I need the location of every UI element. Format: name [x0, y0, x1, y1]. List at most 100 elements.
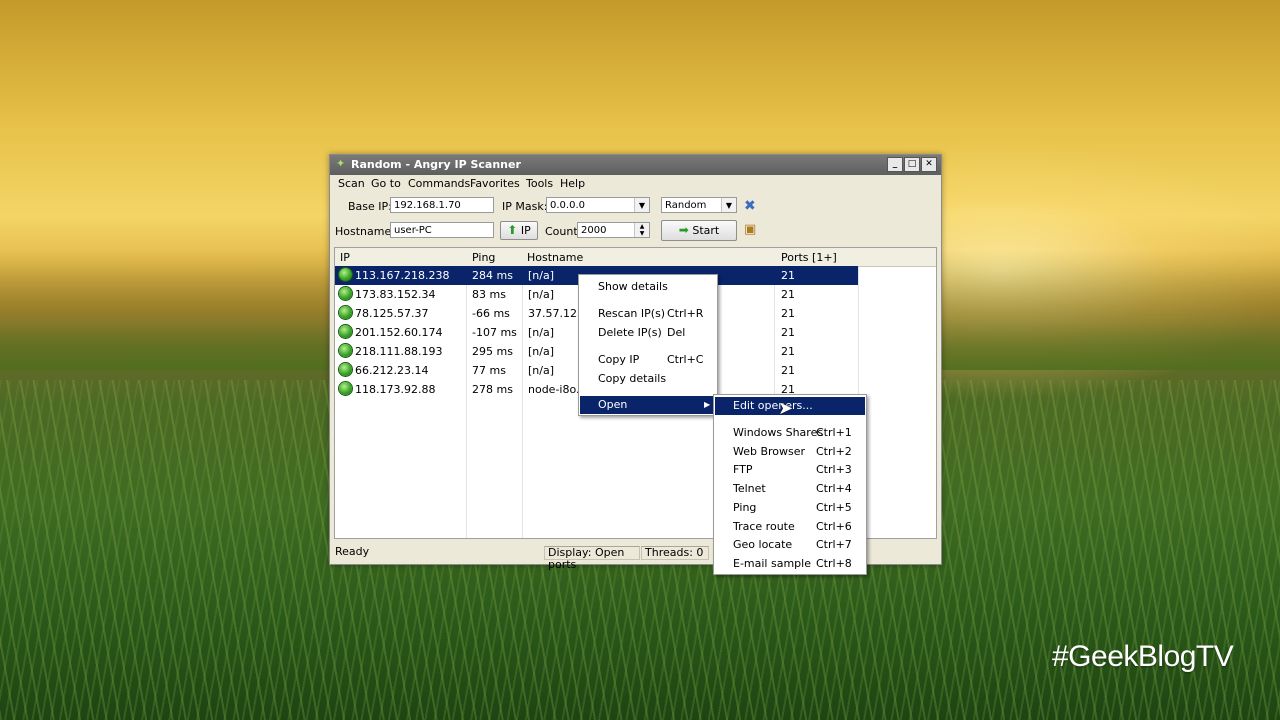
menu-item-shortcut: Ctrl+6	[816, 520, 852, 533]
menu-item-shortcut: Ctrl+7	[816, 538, 852, 551]
submenu-item-ftp[interactable]: FTP Ctrl+3	[715, 461, 865, 479]
cell-ip: 66.212.23.14	[355, 364, 429, 377]
chevron-down-icon: ▼	[721, 198, 736, 212]
status-alive-icon	[339, 287, 352, 300]
menu-favorites[interactable]: Favorites	[470, 177, 520, 190]
base-ip-input[interactable]: 192.168.1.70	[390, 197, 494, 213]
menu-item-label: Copy details	[598, 372, 667, 385]
menu-item-shortcut: Ctrl+8	[816, 557, 852, 570]
menu-item-show-details[interactable]: Show details	[580, 278, 716, 296]
menu-item-label: Windows Shares	[733, 426, 824, 439]
status-display: Display: Open ports	[544, 546, 640, 571]
menu-item-label: E-mail sample	[733, 557, 811, 570]
titlebar[interactable]: ✦ Random - Angry IP Scanner _ □ ✕	[330, 155, 941, 175]
submenu-item-trace-route[interactable]: Trace route Ctrl+6	[715, 518, 865, 536]
chevron-down-icon: ▼	[634, 198, 649, 212]
menu-item-label: Delete IP(s)	[598, 326, 662, 339]
fetchers-icon[interactable]: ▣	[744, 222, 756, 237]
column-header-ip[interactable]: IP	[340, 251, 350, 264]
cell-ip: 173.83.152.34	[355, 288, 436, 301]
arrow-up-icon: ⬆	[507, 223, 518, 237]
submenu-item-windows-shares[interactable]: Windows Shares Ctrl+1	[715, 424, 865, 442]
column-header-ports[interactable]: Ports [1+]	[781, 251, 837, 264]
cell-hostname: [n/a]	[528, 345, 555, 358]
cell-ports: 21	[781, 345, 795, 358]
count-input[interactable]: 2000 ▲ ▼	[577, 222, 650, 238]
submenu-item-email-sample[interactable]: E-mail sample Ctrl+8	[715, 555, 865, 573]
count-value: 2000	[581, 225, 607, 236]
ip-mask-label: IP Mask:	[502, 200, 548, 213]
base-ip-label: Base IP:	[348, 200, 392, 213]
cell-hostname: [n/a]	[528, 364, 555, 377]
hostname-label: Hostname:	[335, 225, 395, 238]
menu-commands[interactable]: Commands	[408, 177, 470, 190]
start-button-label: Start	[692, 224, 720, 237]
status-ready: Ready	[335, 545, 370, 558]
status-alive-icon	[339, 306, 352, 319]
submenu-item-geo-locate[interactable]: Geo locate Ctrl+7	[715, 536, 865, 554]
menu-tools[interactable]: Tools	[526, 177, 553, 190]
menu-item-label: FTP	[733, 463, 753, 476]
menu-item-shortcut: Ctrl+2	[816, 445, 852, 458]
open-submenu: Edit openers... Windows Shares Ctrl+1 We…	[713, 394, 867, 575]
cell-ping: -66 ms	[472, 307, 510, 320]
menu-help[interactable]: Help	[560, 177, 585, 190]
menu-item-copy-ip[interactable]: Copy IP Ctrl+C	[580, 351, 716, 369]
menu-item-label: Ping	[733, 501, 757, 514]
menu-item-label: Web Browser	[733, 445, 806, 458]
cell-hostname: [n/a]	[528, 326, 555, 339]
mouse-cursor-icon: ➤	[778, 398, 794, 419]
menu-item-shortcut: Del	[667, 326, 686, 339]
cell-ip: 113.167.218.238	[355, 269, 450, 282]
context-menu: Show details Rescan IP(s) Ctrl+R Delete …	[578, 274, 718, 416]
cell-ports: 21	[781, 326, 795, 339]
menu-item-label: Show details	[598, 280, 668, 293]
submenu-item-web-browser[interactable]: Web Browser Ctrl+2	[715, 443, 865, 461]
start-button[interactable]: ➡ Start	[661, 220, 737, 241]
ip-up-button[interactable]: ⬆ IP	[500, 221, 538, 240]
menu-item-shortcut: Ctrl+1	[816, 426, 852, 439]
ip-mask-select[interactable]: 0.0.0.0 ▼	[546, 197, 650, 213]
menu-item-shortcut: Ctrl+C	[667, 353, 704, 366]
menu-item-delete[interactable]: Delete IP(s) Del	[580, 324, 716, 342]
maximize-button[interactable]: □	[904, 157, 920, 172]
feeder-mode-select[interactable]: Random ▼	[661, 197, 737, 213]
cell-ping: 295 ms	[472, 345, 513, 358]
menu-item-open[interactable]: Open ▶	[580, 396, 716, 414]
menu-item-label: Edit openers...	[733, 399, 813, 412]
minimize-button[interactable]: _	[887, 157, 903, 172]
status-alive-icon	[339, 363, 352, 376]
cell-ports: 21	[781, 288, 795, 301]
cell-ping: -107 ms	[472, 326, 517, 339]
menu-item-label: Trace route	[733, 520, 795, 533]
status-alive-icon	[339, 344, 352, 357]
menu-item-copy-details[interactable]: Copy details	[580, 370, 716, 388]
column-header-ping[interactable]: Ping	[472, 251, 495, 264]
status-alive-icon	[339, 382, 352, 395]
close-button[interactable]: ✕	[921, 157, 937, 172]
cell-ping: 284 ms	[472, 269, 513, 282]
table-header: IP Ping Hostname Ports [1+]	[335, 248, 936, 267]
hostname-input[interactable]: user-PC	[390, 222, 494, 238]
spinner-icon[interactable]: ▲ ▼	[634, 223, 649, 237]
menu-item-shortcut: Ctrl+R	[667, 307, 704, 320]
cell-ping: 278 ms	[472, 383, 513, 396]
cell-ping: 83 ms	[472, 288, 506, 301]
submenu-item-ping[interactable]: Ping Ctrl+5	[715, 499, 865, 517]
cell-ports: 21	[781, 364, 795, 377]
column-header-hostname[interactable]: Hostname	[527, 251, 583, 264]
menu-item-label: Rescan IP(s)	[598, 307, 666, 320]
app-icon: ✦	[336, 157, 346, 170]
menu-item-rescan[interactable]: Rescan IP(s) Ctrl+R	[580, 305, 716, 323]
cell-ports: 21	[781, 269, 795, 282]
submenu-item-telnet[interactable]: Telnet Ctrl+4	[715, 480, 865, 498]
menu-item-shortcut: Ctrl+3	[816, 463, 852, 476]
menu-item-shortcut: Ctrl+5	[816, 501, 852, 514]
preferences-tools-icon[interactable]: ✖	[744, 198, 756, 214]
menu-goto[interactable]: Go to	[371, 177, 401, 190]
menu-scan[interactable]: Scan	[338, 177, 365, 190]
arrow-right-icon: ➡	[678, 223, 689, 237]
cell-ping: 77 ms	[472, 364, 506, 377]
cell-hostname: [n/a]	[528, 269, 555, 282]
count-label: Count	[545, 225, 578, 238]
